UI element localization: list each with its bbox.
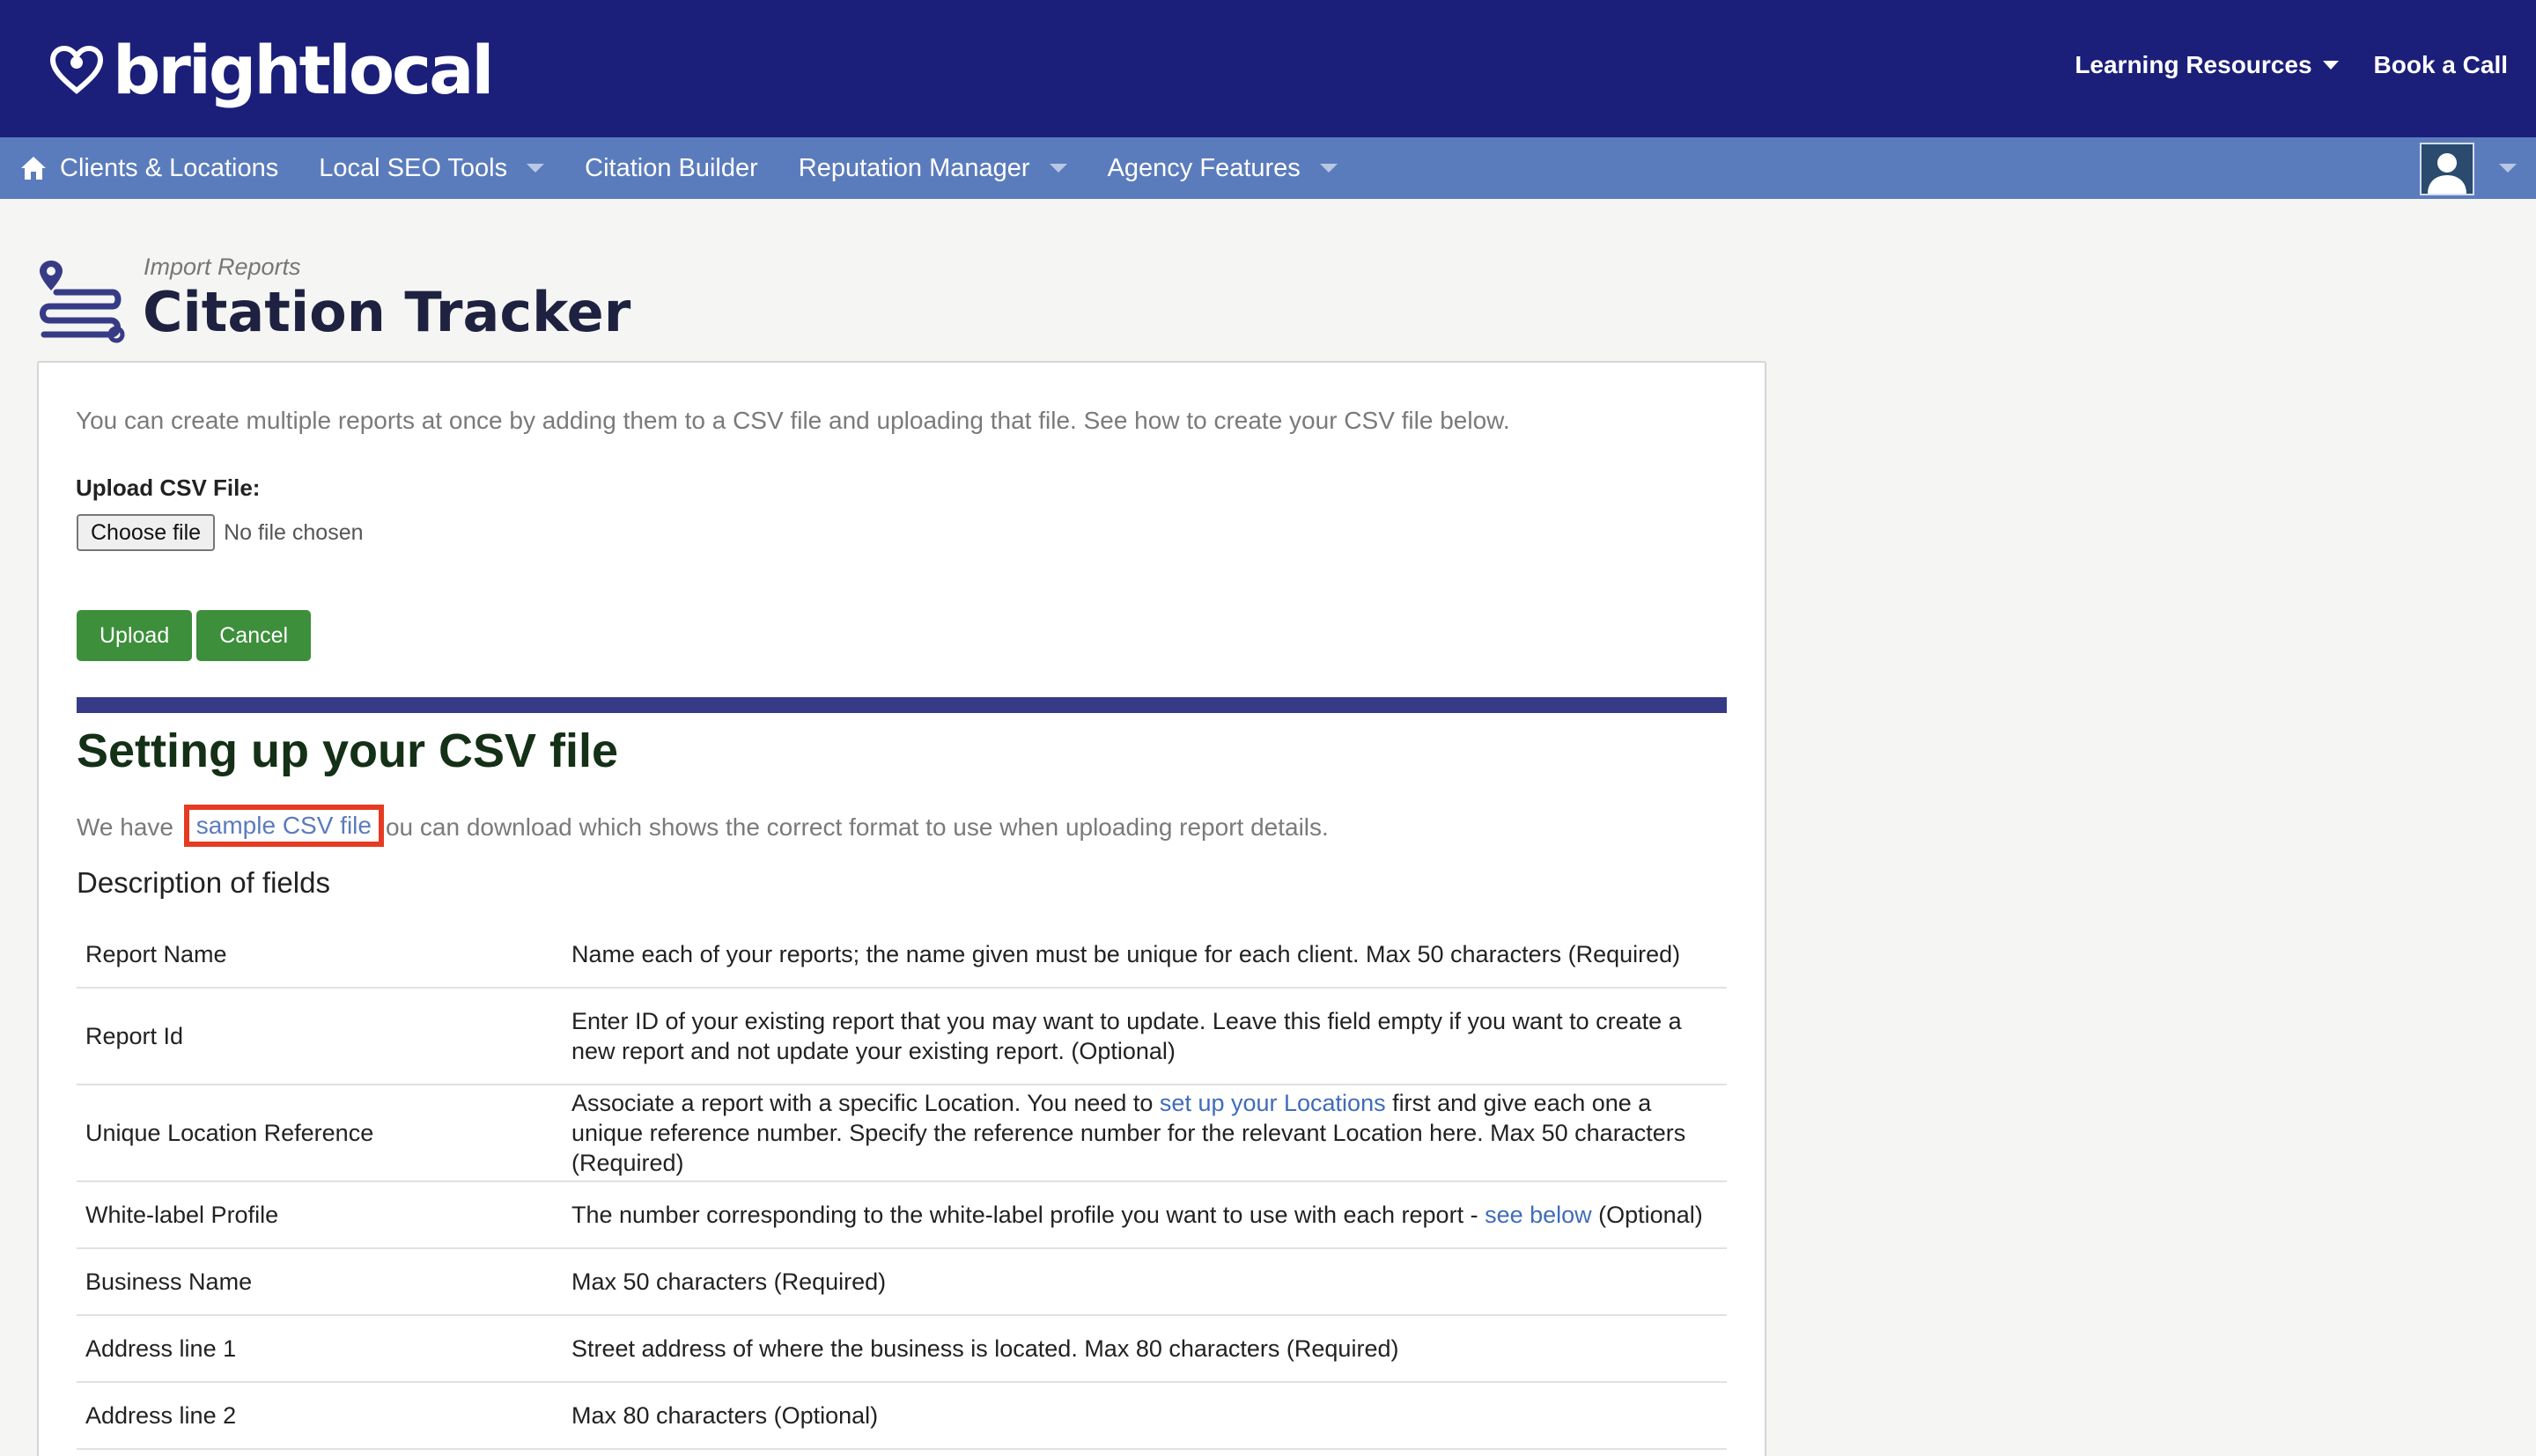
table-row: Report Id Enter ID of your existing repo… [77, 989, 1727, 1085]
nav-item-label: Citation Builder [585, 153, 758, 182]
field-name: Business Name [85, 1268, 253, 1295]
upload-csv-label: Upload CSV File: [76, 474, 261, 501]
heart-pin-icon [49, 45, 104, 94]
chevron-down-icon [1049, 164, 1067, 173]
table-row: Report Name Name each of your reports; t… [77, 922, 1727, 989]
form-actions: Upload Cancel [77, 610, 315, 661]
top-header: brightlocal Learning Resources Book a Ca… [0, 0, 2536, 137]
page-title: Citation Tracker [143, 280, 631, 344]
description-text: (Optional) [1591, 1202, 1703, 1228]
field-description: Max 50 characters (Required) [571, 1268, 887, 1295]
nav-item-label: Clients & Locations [60, 153, 279, 182]
description-text: The number corresponding to the white-la… [571, 1202, 1485, 1228]
field-name: Address line 2 [85, 1401, 237, 1429]
user-icon [2428, 153, 2466, 194]
user-avatar-button[interactable] [2420, 143, 2474, 195]
table-row: White-label Profile The number correspon… [77, 1182, 1727, 1249]
nav-item-local-seo-tools[interactable]: Local SEO Tools [319, 153, 545, 183]
top-right-links: Learning Resources Book a Call [2075, 51, 2508, 79]
sample-csv-line: We have sample CSV file ou can download w… [77, 805, 1329, 849]
chevron-down-icon [1319, 164, 1338, 173]
fields-table: Report Name Name each of your reports; t… [77, 922, 1727, 1450]
main-nav: Clients & Locations Local SEO Tools Cita… [0, 137, 2536, 199]
citation-tracker-icon [40, 261, 125, 343]
sample-prefix-text: We have [77, 813, 173, 841]
nav-item-agency-features[interactable]: Agency Features [1108, 154, 1338, 183]
nav-item-clients-locations[interactable]: Clients & Locations [19, 154, 278, 183]
chevron-down-icon [527, 164, 545, 173]
nav-item-citation-builder[interactable]: Citation Builder [585, 154, 758, 183]
nav-item-reputation-manager[interactable]: Reputation Manager [799, 154, 1067, 183]
book-a-call-label: Book a Call [2373, 51, 2508, 78]
field-description: The number corresponding to the white-la… [571, 1200, 1727, 1230]
table-row: Business Name Max 50 characters (Require… [77, 1249, 1727, 1316]
learning-resources-label: Learning Resources [2075, 51, 2312, 78]
chevron-down-icon[interactable] [2499, 164, 2517, 173]
logo-text: brightlocal [113, 30, 494, 109]
table-row: Address line 2 Max 80 characters (Option… [77, 1383, 1727, 1450]
brightlocal-logo[interactable]: brightlocal [49, 30, 494, 109]
set-up-locations-link[interactable]: set up your Locations [1160, 1090, 1386, 1116]
nav-item-label: Local SEO Tools [319, 153, 508, 182]
table-row: Address line 1 Street address of where t… [77, 1316, 1727, 1383]
learning-resources-link[interactable]: Learning Resources [2075, 51, 2339, 79]
upload-button[interactable]: Upload [77, 610, 193, 661]
home-icon [21, 157, 46, 180]
sample-suffix-text: ou can download which shows the correct … [385, 813, 1329, 841]
field-description: Enter ID of your existing report that yo… [571, 1008, 1682, 1064]
field-name: Report Id [85, 1022, 184, 1049]
see-below-link[interactable]: see below [1485, 1202, 1592, 1228]
breadcrumb: Import Reports [144, 254, 301, 280]
book-a-call-link[interactable]: Book a Call [2374, 51, 2508, 79]
csv-section-title: Setting up your CSV file [77, 724, 619, 777]
field-description: Name each of your reports; the name give… [571, 941, 1681, 967]
field-name: Unique Location Reference [85, 1119, 374, 1146]
field-description: Associate a report with a specific Locat… [571, 1088, 1727, 1178]
description-text: Associate a report with a specific Locat… [571, 1090, 1160, 1116]
field-name: Report Name [85, 940, 227, 967]
field-name: White-label Profile [85, 1201, 279, 1228]
no-file-status: No file chosen [224, 519, 364, 545]
intro-text: You can create multiple reports at once … [76, 407, 1510, 434]
nav-item-label: Reputation Manager [798, 153, 1030, 182]
file-input: Choose file No file chosen [77, 514, 364, 551]
choose-file-button[interactable]: Choose file [77, 514, 216, 551]
description-of-fields-title: Description of fields [77, 866, 330, 899]
field-name: Address line 1 [85, 1335, 237, 1362]
cancel-button[interactable]: Cancel [196, 610, 312, 661]
nav-item-label: Agency Features [1107, 153, 1301, 182]
sample-csv-file-link[interactable]: sample CSV file [183, 805, 384, 847]
chevron-down-icon [2322, 61, 2339, 70]
field-description: Max 80 characters (Optional) [571, 1402, 879, 1429]
section-divider [77, 697, 1727, 713]
field-description: Street address of where the business is … [571, 1335, 1399, 1362]
table-row: Unique Location Reference Associate a re… [77, 1085, 1727, 1182]
